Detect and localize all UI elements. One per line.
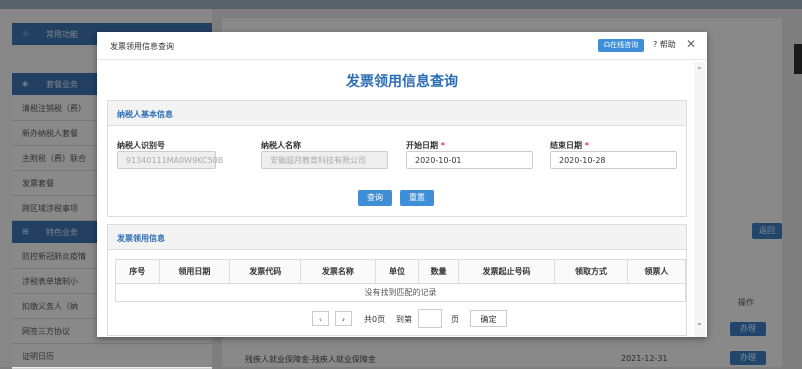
start-date-label: 开始日期 * (406, 140, 445, 151)
panel-heading: 发票领用信息 (117, 234, 165, 243)
required-mark: * (440, 141, 445, 150)
empty-message: 没有找到匹配的记录 (115, 283, 686, 302)
help-button[interactable]: ? 帮助 (653, 39, 676, 50)
end-date-label: 结束日期 * (550, 140, 589, 151)
column-header[interactable]: 领票人 (626, 259, 687, 284)
end-date-label-text: 结束日期 (550, 141, 582, 150)
total-pages-text: 共0页 (364, 315, 386, 324)
tax-id-field[interactable]: 91340111MA0W9KC50B (117, 151, 223, 169)
end-date-field[interactable]: 2020-10-28 (550, 151, 677, 169)
column-header[interactable]: 领用日期 (158, 259, 231, 284)
column-header[interactable]: 发票代码 (229, 259, 302, 284)
table-row: 没有找到匹配的记录 (115, 283, 686, 302)
panel-heading: 纳税人基本信息 (117, 110, 173, 119)
question-icon: ? (653, 40, 658, 49)
column-header[interactable]: 发票名称 (300, 259, 376, 284)
column-header[interactable]: 单位 (374, 259, 420, 284)
close-icon[interactable]: ✕ (686, 37, 696, 51)
panel-header: 纳税人基本信息 (108, 101, 686, 126)
invoice-results-table: 序号 领用日期 发票代码 发票名称 单位 数量 发票起止号码 领取方式 领票人 … (115, 259, 687, 302)
column-header[interactable]: 领取方式 (554, 259, 628, 284)
reset-button[interactable]: 重置 (400, 190, 434, 206)
start-date-label-text: 开始日期 (406, 141, 438, 150)
taxpayer-name-label: 纳税人名称 (261, 141, 301, 150)
page-number-input[interactable] (418, 309, 442, 328)
column-header[interactable]: 序号 (115, 259, 160, 284)
online-service-button[interactable]: ☊在线咨询 (598, 39, 644, 52)
taxpayer-info-panel: 纳税人基本信息 纳税人识别号 91340111MA0W9KC50B 纳税人名称 … (107, 100, 687, 217)
help-label: 帮助 (659, 40, 676, 49)
page-unit-label: 页 (451, 315, 459, 324)
goto-label: 到第 (396, 315, 412, 324)
dialog-title: 发票领用信息查询 (110, 42, 174, 51)
dialog-header: 发票领用信息查询 ☊在线咨询 ? 帮助 ✕ (97, 32, 707, 60)
page-confirm-button[interactable]: 确定 (470, 310, 507, 327)
query-button[interactable]: 查询 (358, 190, 392, 206)
column-header[interactable]: 数量 (418, 259, 459, 284)
panel-header: 发票领用信息 (108, 225, 686, 250)
invoice-query-dialog: 发票领用信息查询 ☊在线咨询 ? 帮助 ✕ ⌃ ⌄ 发票领用信息查询 纳税人基本… (97, 32, 707, 337)
start-date-field[interactable]: 2020-10-01 (406, 151, 533, 169)
online-service-label: 在线咨询 (610, 41, 639, 49)
table-header-row: 序号 领用日期 发票代码 发票名称 单位 数量 发票起止号码 领取方式 领票人 (115, 259, 687, 284)
page-title: 发票领用信息查询 (346, 74, 458, 90)
column-header[interactable]: 发票起止号码 (457, 259, 556, 284)
next-page-button[interactable]: › (335, 311, 352, 326)
tax-id-label: 纳税人识别号 (117, 141, 165, 150)
taxpayer-name-field[interactable]: 安徽超月教育科技有限公司 (261, 151, 388, 169)
prev-page-button[interactable]: ‹ (312, 311, 329, 326)
required-mark: * (584, 141, 589, 150)
